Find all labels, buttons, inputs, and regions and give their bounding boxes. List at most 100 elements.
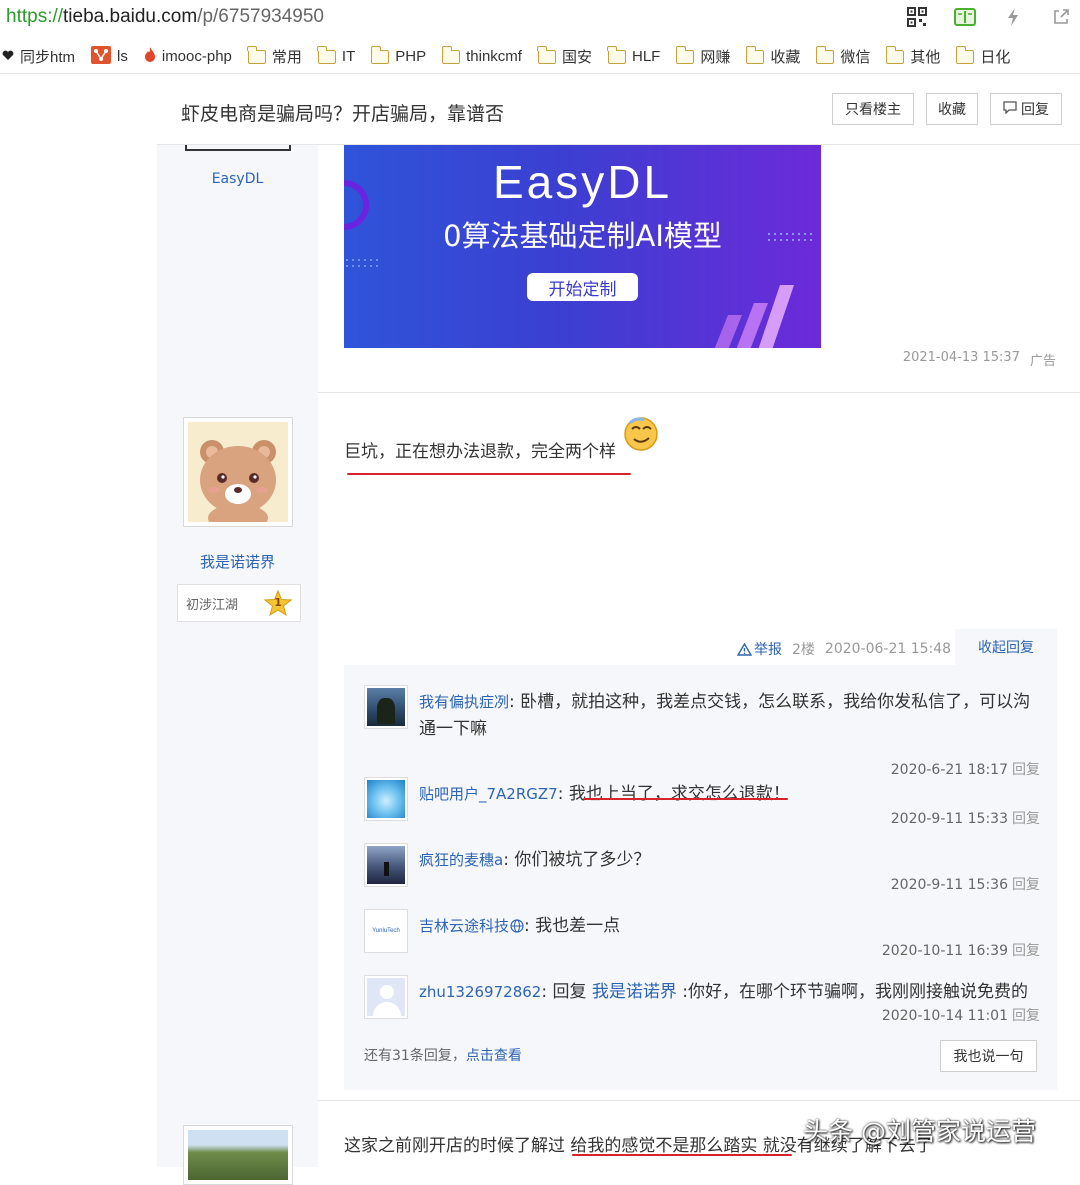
- reply-reply-link[interactable]: 回复: [1012, 1008, 1040, 1024]
- url-bar[interactable]: https://tieba.baidu.com/p/6757934950: [0, 0, 1080, 38]
- bookmark-item[interactable]: thinkcmf: [441, 45, 522, 65]
- ad-banner[interactable]: EasyDL 0算法基础定制AI模型 开始定制: [344, 145, 821, 348]
- post-user-column: [157, 1101, 318, 1185]
- reply-reply-link[interactable]: 回复: [1012, 943, 1040, 959]
- avatar[interactable]: [364, 777, 408, 821]
- folder-icon: [607, 45, 626, 64]
- reply-button[interactable]: 回复: [990, 93, 1062, 125]
- banner-cta-button[interactable]: 开始定制: [527, 273, 638, 301]
- avatar[interactable]: [364, 843, 408, 887]
- share-icon[interactable]: [1050, 6, 1072, 28]
- more-replies-text: 还有31条回复，: [364, 1048, 466, 1064]
- reply-reply-link[interactable]: 回复: [1012, 762, 1040, 778]
- bookmark-item[interactable]: PHP: [370, 45, 426, 65]
- folder-icon: [675, 45, 695, 64]
- reply-colon: :: [503, 850, 515, 870]
- banner-title: EasyDL: [492, 156, 673, 208]
- url-host: tieba.baidu.com: [63, 6, 198, 27]
- reply-button-label: 回复: [1021, 102, 1049, 118]
- list-item: 我有偏执症冽: 卧槽，就拍这种，我差点交钱，怎么联系，我给你发私信了，可以沟通一…: [364, 685, 1044, 778]
- avatar[interactable]: [364, 685, 408, 729]
- bookmark-item[interactable]: 网赚: [675, 45, 730, 67]
- list-item: 疯狂的麦穗a: 你们被坑了多少？ 2020-9-11 15:36 回复: [364, 843, 1044, 909]
- thread-header: 虾皮电商是骗局吗？开店骗局，靠谱否 只看楼主 收藏 回复: [157, 75, 1080, 145]
- avatar[interactable]: YunluTech: [364, 909, 408, 953]
- avatar[interactable]: [185, 145, 291, 151]
- reply-body: 贴吧用户_7A2RGZ7: 我也上当了，求交怎么退款！: [419, 781, 1044, 808]
- reply-time: 2020-9-11 15:33: [890, 811, 1008, 827]
- bookmark-item[interactable]: 微信: [815, 45, 871, 67]
- reader-mode-icon[interactable]: [954, 6, 976, 28]
- bookmark-item[interactable]: 日化: [955, 45, 1011, 67]
- bar-decoration-icon: [714, 285, 794, 348]
- url-protocol: https://: [6, 6, 64, 27]
- folder-icon: [745, 45, 765, 64]
- reply-reply-link[interactable]: 回复: [1012, 877, 1040, 893]
- dots-decoration-icon: [346, 259, 378, 267]
- reply-colon: :: [541, 982, 553, 1002]
- reply-mention[interactable]: 我是诺诺界: [592, 982, 677, 1002]
- reply-colon: :: [557, 784, 569, 804]
- bookmark-label: 日化: [980, 49, 1011, 66]
- bookmark-item[interactable]: 收藏: [745, 45, 801, 67]
- lightning-icon[interactable]: [1002, 6, 1024, 28]
- post-username[interactable]: 我是诺诺界: [157, 551, 318, 572]
- reply-text: 你们被坑了多少？: [514, 850, 651, 870]
- user-level-badge[interactable]: 初涉江湖 1: [177, 584, 301, 622]
- reply-username[interactable]: 疯狂的麦穗a: [419, 851, 503, 869]
- folder-icon: [537, 45, 556, 64]
- reply-body: 我有偏执症冽: 卧槽，就拍这种，我差点交钱，怎么联系，我给你发私信了，可以沟通一…: [419, 689, 1044, 743]
- view-more-link[interactable]: 点击查看: [466, 1048, 522, 1064]
- reply-meta: 2020-10-11 16:39 回复: [882, 940, 1040, 960]
- bookmark-label: 同步htm: [20, 49, 76, 66]
- avatar[interactable]: [183, 417, 293, 532]
- reply-username[interactable]: 我有偏执症冽: [419, 693, 509, 711]
- bookmark-item[interactable]: 其他: [885, 45, 941, 67]
- bookmark-item[interactable]: HLF: [607, 45, 660, 65]
- collapse-replies-button[interactable]: 收起回复: [955, 629, 1057, 665]
- reply-colon: :: [524, 916, 536, 936]
- avatar[interactable]: [364, 975, 408, 1019]
- bookmark-item[interactable]: 常用: [247, 45, 302, 67]
- smiley-emoji-icon: [624, 417, 658, 451]
- reply-time: 2020-10-11 16:39: [881, 943, 1008, 959]
- reply-text: 我也差一点: [535, 916, 621, 936]
- only-op-button[interactable]: 只看楼主: [832, 93, 914, 125]
- bookmark-item[interactable]: 国安: [537, 45, 592, 67]
- add-comment-button[interactable]: 我也说一句: [940, 1040, 1037, 1072]
- favorite-button[interactable]: 收藏: [926, 93, 978, 125]
- reply-list: 我有偏执症冽: 卧槽，就拍这种，我差点交钱，怎么联系，我给你发私信了，可以沟通一…: [344, 665, 1057, 1090]
- url-text[interactable]: https://tieba.baidu.com/p/6757934950: [6, 6, 324, 28]
- thread-title: 虾皮电商是骗局吗？开店骗局，靠谱否: [181, 103, 505, 125]
- folder-icon: [885, 45, 905, 64]
- url-path: /p/6757934950: [197, 6, 324, 27]
- reply-reply-link[interactable]: 回复: [1012, 811, 1040, 827]
- flame-icon: [144, 46, 156, 68]
- report-link[interactable]: 举报: [737, 639, 782, 659]
- git-icon: [91, 45, 112, 68]
- avatar[interactable]: [183, 1125, 293, 1185]
- bookmark-item[interactable]: ls: [91, 45, 128, 68]
- bookmark-item[interactable]: imooc-php: [144, 46, 232, 68]
- reply-time: 2020-10-14 11:01: [881, 1008, 1008, 1024]
- reply-meta: 2020-9-11 15:36 回复: [891, 874, 1040, 894]
- ad-meta: 2021-04-13 15:37 广告: [903, 350, 1056, 369]
- reply-text: 我也上当了，求交怎么退款！: [568, 784, 790, 804]
- post-content: 巨坑，正在想办法退款，完全两个样: [344, 437, 616, 462]
- folder-icon: [370, 45, 390, 64]
- bookmark-item[interactable]: IT: [317, 45, 356, 65]
- bookmark-label: IT: [341, 48, 356, 65]
- bookmark-label: 微信: [840, 49, 871, 66]
- bookmark-item[interactable]: 同步htm: [2, 46, 75, 67]
- folder-icon: [955, 45, 975, 64]
- bookmark-label: 收藏: [770, 49, 801, 66]
- reply-username[interactable]: zhu1326972862: [419, 983, 541, 1001]
- reply-username[interactable]: 吉林云途科技: [419, 917, 509, 935]
- bookmark-label: 其他: [910, 49, 941, 66]
- qr-code-icon[interactable]: [906, 6, 928, 28]
- reply-username[interactable]: 贴吧用户_7A2RGZ7: [419, 785, 558, 803]
- heart-icon: [2, 48, 14, 65]
- post-meta: 举报 2楼 2020-06-21 15:48: [737, 633, 951, 665]
- ad-username[interactable]: EasyDL: [157, 171, 318, 187]
- red-underline-annotation: [583, 798, 788, 800]
